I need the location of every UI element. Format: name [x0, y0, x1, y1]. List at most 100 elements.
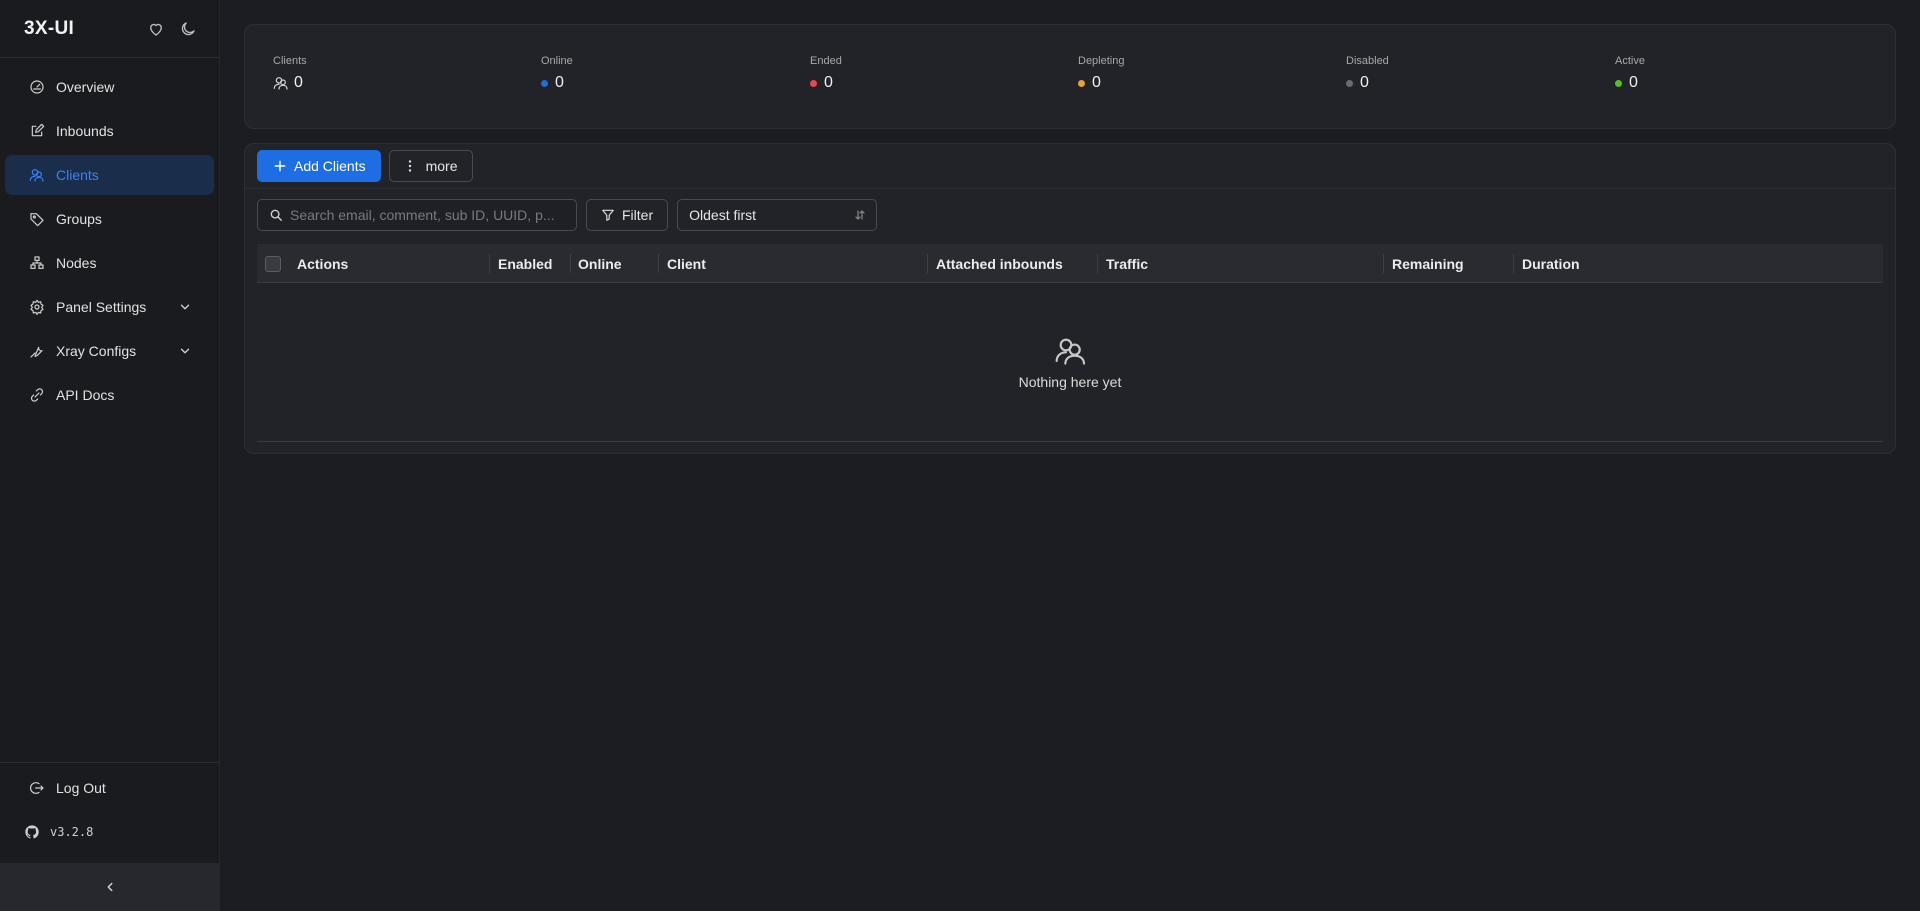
column-header: Traffic	[1106, 255, 1149, 272]
sidebar-item-label: API Docs	[56, 387, 115, 403]
edit-icon	[29, 123, 45, 139]
api-icon	[29, 387, 45, 403]
column-divider	[570, 254, 571, 273]
chevron-left-icon	[103, 880, 117, 894]
users-icon	[29, 167, 45, 183]
status-dot	[1078, 79, 1085, 87]
add-clients-button[interactable]: Add Clients	[257, 150, 381, 182]
empty-message: Nothing here yet	[1018, 373, 1122, 390]
sidebar-nav: Overview Inbounds Clients Groups Nodes P…	[0, 58, 219, 415]
column-header: Enabled	[498, 255, 553, 272]
sidebar-item-inbounds[interactable]: Inbounds	[5, 111, 214, 151]
filter-icon	[601, 208, 615, 222]
select-all-cell	[265, 244, 281, 283]
filter-bar: Filter Oldest first	[257, 199, 878, 231]
stat-depleting: Depleting 0	[1078, 55, 1124, 92]
stat-value: 0	[555, 74, 564, 91]
stat-label: Clients	[273, 55, 307, 67]
column-divider	[927, 254, 928, 273]
heart-icon[interactable]	[147, 20, 165, 38]
sidebar-item-label: Xray Configs	[56, 343, 137, 359]
sidebar-item-label: Inbounds	[56, 123, 114, 139]
column-divider	[1383, 254, 1384, 273]
stat-label: Ended	[810, 55, 842, 67]
sidebar-item-xray-configs[interactable]: Xray Configs	[5, 331, 214, 371]
column-divider	[1097, 254, 1098, 273]
version-label: v3.2.8	[50, 825, 94, 839]
select-all-checkbox[interactable]	[265, 255, 281, 272]
filter-button[interactable]: Filter	[586, 199, 669, 231]
sidebar-item-label: Groups	[56, 211, 102, 227]
stat-disabled: Disabled 0	[1346, 55, 1389, 92]
status-dot	[810, 79, 817, 87]
sort-value: Oldest first	[689, 207, 757, 223]
users-icon	[1054, 335, 1086, 367]
plus-icon	[273, 159, 287, 173]
sidebar-item-clients[interactable]: Clients	[5, 155, 214, 195]
sidebar-item-label: Clients	[56, 167, 99, 183]
sidebar-item-label: Nodes	[56, 255, 97, 271]
stat-label: Active	[1615, 55, 1645, 67]
logout-button[interactable]: Log Out	[0, 766, 219, 810]
stat-ended: Ended 0	[810, 55, 842, 92]
column-header: Online	[578, 255, 622, 272]
status-dot	[541, 79, 548, 87]
column-header: Attached inbounds	[936, 255, 1063, 272]
sidebar-item-panel-settings[interactable]: Panel Settings	[5, 287, 214, 327]
column-header: Duration	[1522, 255, 1580, 272]
stats-card: Clients 0 Online 0 Ended 0 Depleting 0 D…	[244, 24, 1896, 129]
cluster-icon	[29, 255, 45, 271]
more-button[interactable]: more	[388, 150, 473, 182]
more-label: more	[425, 158, 458, 174]
stat-value: 0	[1629, 74, 1638, 91]
sidebar-collapse-button[interactable]	[0, 863, 219, 911]
chevron-down-icon	[178, 300, 192, 314]
stat-value: 0	[824, 74, 833, 91]
tool-icon	[29, 343, 45, 359]
version-link[interactable]: v3.2.8	[0, 810, 219, 854]
stat-value: 0	[294, 74, 303, 91]
clients-table: Actions Enabled Online Client Attached i…	[257, 244, 1883, 442]
sidebar-header: 3X-UI	[0, 0, 219, 58]
table-header: Actions Enabled Online Client Attached i…	[257, 244, 1883, 283]
stat-label: Depleting	[1078, 55, 1125, 67]
app-title: 3X-UI	[24, 17, 75, 39]
empty-state: Nothing here yet	[257, 283, 1883, 442]
sidebar-item-groups[interactable]: Groups	[5, 199, 214, 239]
chevron-down-icon	[178, 344, 192, 358]
column-header: Remaining	[1392, 255, 1464, 272]
filter-label: Filter	[622, 207, 654, 223]
stat-clients: Clients 0	[273, 55, 307, 92]
sidebar-item-nodes[interactable]: Nodes	[5, 243, 214, 283]
gear-icon	[29, 299, 45, 315]
sort-select[interactable]: Oldest first	[677, 199, 878, 231]
clients-card: Add Clients more Filter Oldest first	[244, 143, 1896, 454]
logout-icon	[29, 780, 45, 796]
column-divider	[658, 254, 659, 273]
sidebar-item-label: Overview	[56, 79, 115, 95]
stat-value: 0	[1092, 74, 1101, 91]
column-header: Actions	[297, 255, 349, 272]
github-icon	[24, 824, 40, 840]
status-dot	[1346, 79, 1353, 87]
more-vertical-icon	[404, 159, 416, 173]
logout-label: Log Out	[56, 780, 106, 796]
status-dot	[1615, 79, 1622, 87]
search-input[interactable]	[290, 207, 560, 223]
stat-value: 0	[1360, 74, 1369, 91]
moon-icon[interactable]	[179, 20, 197, 38]
sidebar-item-label: Panel Settings	[56, 299, 147, 315]
sidebar-item-api-docs[interactable]: API Docs	[5, 375, 214, 415]
sidebar-footer: Log Out v3.2.8	[0, 762, 219, 854]
sidebar: 3X-UI Overview Inbounds Clients Groups N…	[0, 0, 220, 911]
sort-icon	[854, 209, 866, 221]
stat-label: Disabled	[1346, 55, 1389, 67]
column-header: Client	[667, 255, 706, 272]
toolbar: Add Clients more	[245, 144, 1895, 189]
column-divider	[489, 254, 490, 273]
stat-online: Online 0	[541, 55, 573, 92]
column-divider	[1513, 254, 1514, 273]
sidebar-item-overview[interactable]: Overview	[5, 67, 214, 107]
add-clients-label: Add Clients	[294, 158, 366, 174]
search-box	[257, 199, 577, 231]
